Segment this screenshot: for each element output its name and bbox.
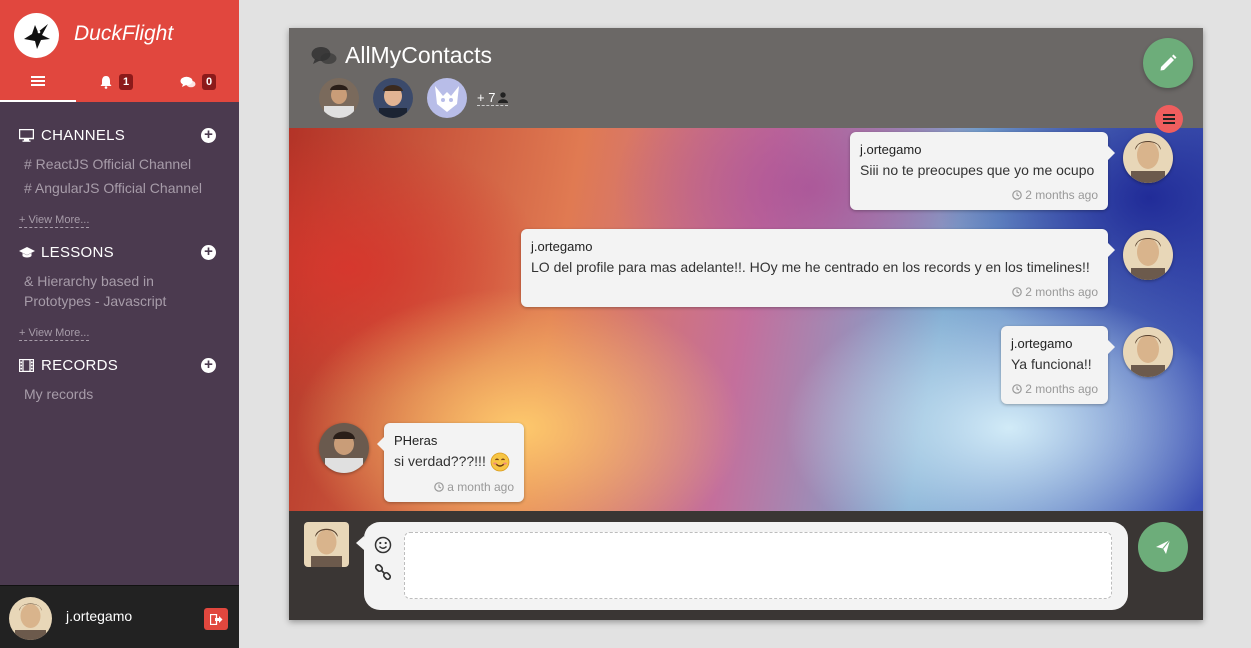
add-channel-button[interactable]: + (201, 127, 216, 143)
member-avatar[interactable] (319, 78, 359, 118)
messages-tab[interactable]: 0 (180, 62, 217, 102)
chat-header: AllMyContacts + 7 (289, 28, 1203, 128)
brand-title[interactable]: DuckFlight (74, 22, 173, 46)
clock-icon (1012, 384, 1023, 394)
avatar[interactable] (1123, 327, 1173, 377)
composer-box (356, 522, 1128, 610)
comments-icon (311, 46, 337, 64)
add-lesson-button[interactable]: + (201, 244, 216, 260)
records-header[interactable]: RECORDS (19, 354, 219, 376)
member-avatar[interactable] (373, 78, 413, 118)
user-name[interactable]: j.ortegamo (66, 608, 132, 624)
channel-item[interactable]: # ReactJS Official Channel (24, 154, 214, 174)
send-button[interactable] (1138, 522, 1188, 572)
logout-button[interactable] (204, 608, 228, 630)
message-time-text: 2 months ago (1025, 188, 1098, 202)
bird-icon[interactable] (14, 13, 59, 58)
message-text: LO del profile para mas adelante!!. HOy … (531, 259, 1090, 275)
chat-title-text: AllMyContacts (345, 42, 492, 68)
lesson-item[interactable]: & Hierarchy based in Prototypes - Javasc… (24, 271, 199, 311)
messages-badge: 0 (202, 74, 217, 90)
message-author[interactable]: j.ortegamo (1011, 335, 1098, 352)
message-time: a month ago (394, 480, 514, 494)
notifications-tab[interactable]: 1 (99, 62, 134, 102)
channel-item[interactable]: # AngularJS Official Channel (24, 178, 214, 198)
message-text: Siii no te preocupes que yo me ocupo (860, 162, 1095, 178)
member-avatar[interactable] (427, 78, 467, 118)
more-members-link[interactable]: + 7 (477, 90, 509, 106)
add-record-button[interactable]: + (201, 357, 216, 373)
message-author[interactable]: PHeras (394, 432, 514, 449)
message-author[interactable]: j.ortegamo (860, 141, 1098, 158)
notifications-badge: 1 (119, 74, 134, 90)
sidebar: DuckFlight 1 0 CHANNELS + # ReactJS Offi… (0, 0, 239, 648)
message-bubble: j.ortegamo Siii no te preocupes que yo m… (850, 132, 1115, 210)
channels-view-more-link[interactable]: + View More... (19, 214, 90, 228)
avatar[interactable] (9, 597, 52, 640)
link-icon (374, 563, 392, 581)
user-footer: j.ortegamo (0, 585, 239, 648)
more-members-count: + 7 (477, 90, 496, 105)
user-icon (498, 92, 509, 103)
message-time: 2 months ago (1011, 382, 1098, 396)
attach-link-button[interactable] (374, 563, 392, 586)
message-time-text: 2 months ago (1025, 382, 1098, 396)
message-list[interactable]: j.ortegamo Siii no te preocupes que yo m… (289, 128, 1203, 511)
message-bubble: PHeras si verdad???!!! a month ago (377, 423, 524, 503)
channels-header[interactable]: CHANNELS (19, 124, 219, 146)
message-input[interactable] (404, 532, 1112, 599)
chat-panel: AllMyContacts + 7 j.ortegamo Siii no te … (289, 28, 1203, 620)
avatar[interactable] (304, 522, 349, 567)
records-title: RECORDS (41, 356, 119, 374)
message-bubble: j.ortegamo LO del profile para mas adela… (521, 229, 1115, 307)
desktop-icon (19, 128, 35, 142)
top-nav: 1 0 (0, 62, 239, 102)
chat-menu-button[interactable] (1155, 105, 1183, 133)
message-bubble: j.ortegamo Ya funciona!! 2 months ago (1001, 326, 1115, 404)
message-time-text: a month ago (447, 480, 514, 495)
clock-icon (1012, 190, 1023, 200)
emoji-button[interactable] (374, 536, 392, 559)
channels-title: CHANNELS (41, 126, 126, 144)
send-icon (1156, 539, 1171, 554)
message-time: 2 months ago (531, 285, 1098, 299)
clock-icon (434, 482, 445, 493)
message-author[interactable]: j.ortegamo (531, 238, 1098, 255)
lessons-header[interactable]: LESSONS (19, 241, 219, 263)
message-text: si verdad???!!! (394, 451, 514, 472)
bell-icon (100, 76, 112, 89)
avatar[interactable] (319, 423, 369, 473)
pencil-icon (1160, 54, 1177, 71)
message-text-content: si verdad???!!! (394, 453, 490, 469)
hamburger-icon (31, 76, 45, 86)
brand-bar: DuckFlight (0, 0, 239, 62)
lessons-view-more-link[interactable]: + View More... (19, 327, 90, 341)
lessons-title: LESSONS (41, 243, 114, 261)
smile-icon (374, 536, 392, 554)
film-icon (19, 358, 35, 372)
sign-out-icon (209, 613, 222, 625)
message-time-text: 2 months ago (1025, 285, 1098, 299)
smiling-emoji-icon (490, 452, 510, 472)
composer (289, 511, 1203, 620)
message-time: 2 months ago (860, 188, 1098, 202)
hamburger-icon (1163, 114, 1175, 124)
menu-tab[interactable] (0, 62, 76, 102)
graduation-cap-icon (19, 246, 35, 259)
avatar[interactable] (1123, 133, 1173, 183)
chat-title: AllMyContacts (311, 42, 492, 69)
edit-button[interactable] (1143, 38, 1193, 88)
record-item[interactable]: My records (24, 384, 214, 404)
message-text: Ya funciona!! (1011, 356, 1092, 372)
comments-icon (180, 76, 196, 87)
clock-icon (1012, 287, 1023, 297)
avatar[interactable] (1123, 230, 1173, 280)
